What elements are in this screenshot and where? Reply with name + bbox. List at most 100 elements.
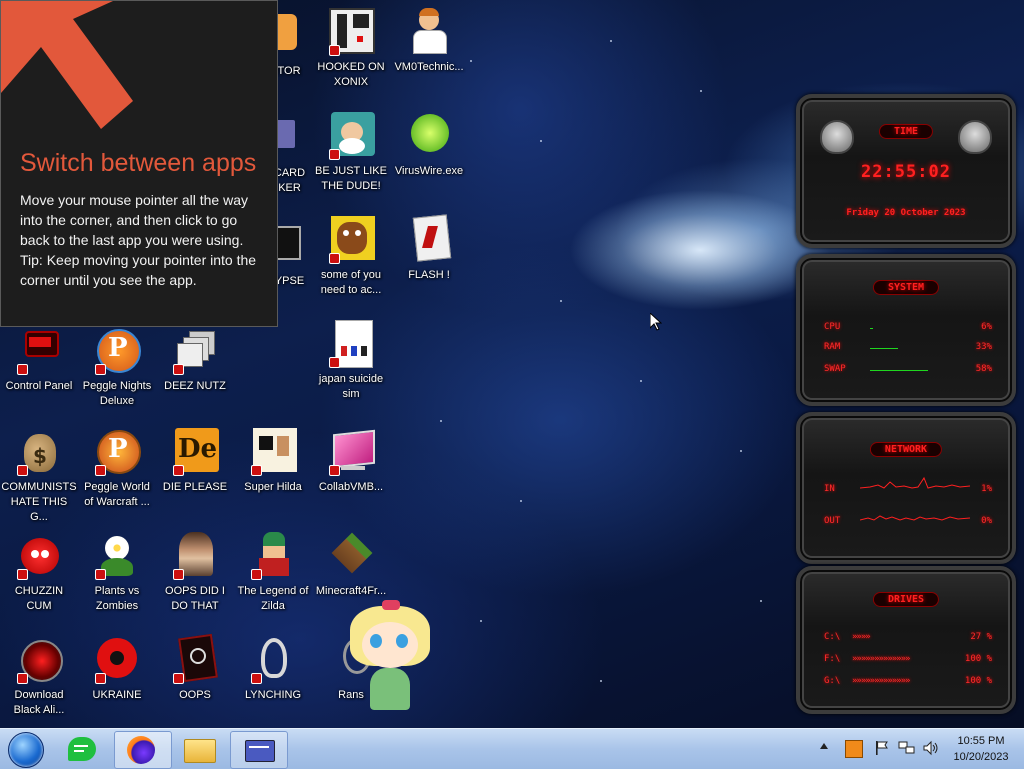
taskbar-clock[interactable]: 10:55 PM 10/20/2023 <box>945 733 1017 765</box>
de-logo-icon: De <box>171 428 219 476</box>
desktop-icon-plants-vs-zombies[interactable]: Plants vs Zombies <box>78 530 156 630</box>
cpu-label: CPU <box>824 322 841 332</box>
net-out-graph <box>860 515 970 521</box>
desktop-icon-download-black-ali[interactable]: Download Black Ali... <box>0 634 78 728</box>
tray-app-icon[interactable] <box>845 740 863 758</box>
grass-block-icon <box>327 532 375 580</box>
desktop-icon-some-of-you[interactable]: some of you need to ac... <box>312 214 390 314</box>
dark-card-icon <box>171 633 219 684</box>
cartoon-character-sticker <box>340 600 440 728</box>
elf-icon <box>327 112 375 160</box>
drive-f-value: 100 % <box>964 654 992 664</box>
corner-tip-text: Move your mouse pointer all the way into… <box>20 192 248 248</box>
volume-icon[interactable] <box>922 740 940 756</box>
desktop-icon-oops-did-i-do-that[interactable]: OOPS DID I DO THAT <box>156 530 234 630</box>
lime-icon <box>405 112 453 160</box>
start-button[interactable] <box>6 731 46 768</box>
desktop-icon-lynching[interactable]: LYNCHING <box>234 634 312 728</box>
portrait-icon <box>171 532 219 580</box>
peggle-icon: P <box>93 428 141 476</box>
desktop-icon-peggle-nights[interactable]: P Peggle Nights Deluxe <box>78 325 156 425</box>
clock-time: 10:55 PM <box>957 735 1005 747</box>
desktop-icon-communists[interactable]: $ COMMUNISTS HATE THIS G... <box>0 426 78 526</box>
desktop-icon-oops[interactable]: OOPS <box>156 633 234 728</box>
desktop-icon-ukraine[interactable]: UKRAINE <box>78 634 156 728</box>
desktop-icon-die-please[interactable]: De DIE PLEASE <box>156 426 234 526</box>
net-in-graph <box>860 476 970 489</box>
desktop-icon-vm0technic[interactable]: VM0Technic... <box>390 6 468 106</box>
document-icon <box>327 320 375 368</box>
ram-bar <box>870 348 970 349</box>
taskbar-app-chat[interactable] <box>56 731 112 767</box>
alien-head-icon <box>820 120 854 154</box>
monitor-icon <box>327 428 375 476</box>
flower-icon <box>93 532 141 580</box>
desktop-icon-super-hilda[interactable]: Super Hilda <box>234 426 312 526</box>
drive-g-label: G:\ <box>824 676 841 686</box>
desktop-icon-japan-suicide-sim[interactable]: japan suicide sim <box>312 318 390 418</box>
time-date: Friday 20 October 2023 <box>846 208 966 218</box>
peggle-icon: P <box>93 327 141 375</box>
drive-c-label: C:\ <box>824 632 841 642</box>
clock-date: 10/20/2023 <box>953 751 1009 763</box>
desktop-icon-peggle-wow[interactable]: P Peggle World of Warcraft ... <box>78 426 156 526</box>
drive-c-bar: »»»» <box>852 632 871 642</box>
maze-icon <box>327 8 375 56</box>
swap-bar <box>870 370 970 371</box>
net-out-value: 0% <box>981 516 992 526</box>
time-title: TIME <box>878 124 934 139</box>
cpu-value: 6% <box>981 322 992 332</box>
dog-icon <box>327 216 375 264</box>
money-bag-icon: $ <box>15 428 63 476</box>
system-title: SYSTEM <box>872 280 940 295</box>
corner-tip-hint: Tip: Keep moving your pointer into the c… <box>20 252 257 288</box>
desktop-icon-chuzzin[interactable]: CHUZZIN CUM <box>0 530 78 630</box>
drive-g-value: 100 % <box>964 676 992 686</box>
chuzzle-icon <box>15 532 63 580</box>
time-clock: 22:55:02 <box>861 162 951 182</box>
desktop-icon-legend-of-zilda[interactable]: The Legend of Zilda <box>234 530 312 630</box>
desktop-icon-deez-nutz[interactable]: DEEZ NUTZ <box>156 325 234 425</box>
firefox-icon <box>127 736 155 764</box>
taskbar-app-card[interactable] <box>230 731 288 769</box>
windows-stack-icon <box>171 327 219 375</box>
desktop-icon-flash[interactable]: FLASH ! <box>390 214 468 314</box>
network-title: NETWORK <box>869 442 943 457</box>
taskbar-app-firefox[interactable] <box>114 731 172 769</box>
desktop-icon-viruswire[interactable]: VirusWire.exe <box>390 110 468 210</box>
network-icon[interactable] <box>898 740 916 756</box>
desktop-icon-control-panel[interactable]: Control Panel <box>0 325 78 425</box>
desktop-icon-be-just-like-the-dude[interactable]: BE JUST LIKE THE DUDE! <box>312 110 390 210</box>
swap-label: SWAP <box>824 364 846 374</box>
noose-icon <box>249 636 297 684</box>
corner-tip-popup: Switch between apps Move your mouse poin… <box>0 0 278 327</box>
pixel-hero-icon <box>249 532 297 580</box>
ram-value: 33% <box>975 342 992 352</box>
pixel-creature-icon <box>249 428 297 476</box>
corner-tip-title: Switch between apps <box>20 149 257 177</box>
time-widget: TIME 22:55:02 Friday 20 October 2023 <box>796 94 1016 248</box>
system-widget: SYSTEM CPU 6% RAM 33% SWAP 58% <box>796 254 1016 406</box>
drives-widget: DRIVES C:\ »»»» 27 % F:\ »»»»»»»»»»»»» 1… <box>796 566 1016 714</box>
ram-label: RAM <box>824 342 841 352</box>
flash-doc-icon <box>405 214 453 264</box>
drive-f-label: F:\ <box>824 654 841 664</box>
cpu-bar <box>870 328 970 329</box>
flag-icon[interactable] <box>874 740 890 756</box>
radiation-icon <box>93 636 141 684</box>
alienware-icon <box>15 636 63 684</box>
desktop-icon-hooked-on-xonix[interactable]: HOOKED ON XONIX <box>312 6 390 106</box>
start-orb-icon <box>8 732 44 768</box>
control-panel-icon <box>15 327 63 375</box>
network-widget: NETWORK IN 1% OUT 0% <box>796 412 1016 564</box>
arrow-up-left-icon <box>1 1 133 129</box>
net-in-value: 1% <box>981 484 992 494</box>
drives-title: DRIVES <box>872 592 940 607</box>
taskbar-app-file-explorer[interactable] <box>172 731 228 767</box>
alien-head-icon <box>958 120 992 154</box>
corner-tip-body: Move your mouse pointer all the way into… <box>20 190 265 290</box>
desktop-icon-collabvmb[interactable]: CollabVMB... <box>312 426 390 526</box>
drive-g-bar: »»»»»»»»»»»»» <box>852 676 910 686</box>
net-out-label: OUT <box>824 516 841 526</box>
show-hidden-icons-button[interactable] <box>820 743 828 749</box>
